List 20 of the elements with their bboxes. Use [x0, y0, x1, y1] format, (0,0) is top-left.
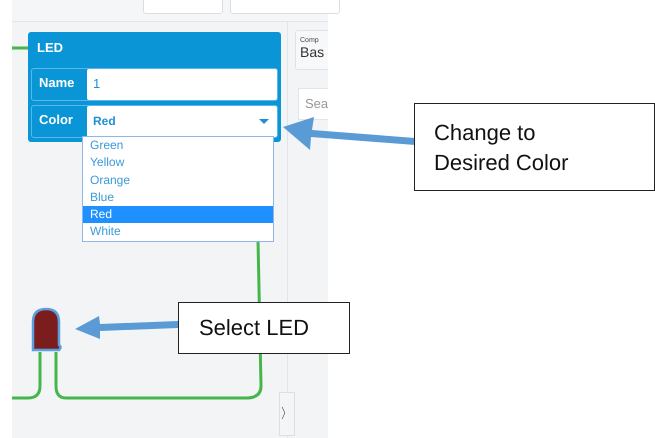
led-drawing[interactable]: [32, 308, 62, 352]
dropdown-option[interactable]: Orange: [83, 172, 273, 189]
dropdown-option[interactable]: Red: [83, 206, 273, 224]
wire: [12, 352, 42, 400]
dropdown-option[interactable]: Blue: [83, 188, 273, 206]
wire: [12, 46, 28, 50]
search-field[interactable]: Sea: [298, 88, 328, 120]
toolbar-button[interactable]: [230, 0, 340, 14]
field-label: Color: [38, 111, 74, 129]
collapse-button[interactable]: 〉: [279, 392, 295, 436]
toolbar-button[interactable]: [143, 0, 223, 14]
dropdown-option[interactable]: White: [83, 223, 273, 241]
dropdown-option[interactable]: Green: [83, 137, 273, 154]
callout-text: Change to: [434, 119, 537, 147]
callout-text: Desired Color: [434, 149, 570, 177]
caret-icon: [259, 118, 269, 124]
callout-text: Select LED: [199, 314, 310, 342]
panel-title: LED: [36, 39, 64, 57]
dropdown-option[interactable]: Yellow: [83, 154, 273, 172]
color-dropdown[interactable]: Red: [87, 106, 277, 137]
